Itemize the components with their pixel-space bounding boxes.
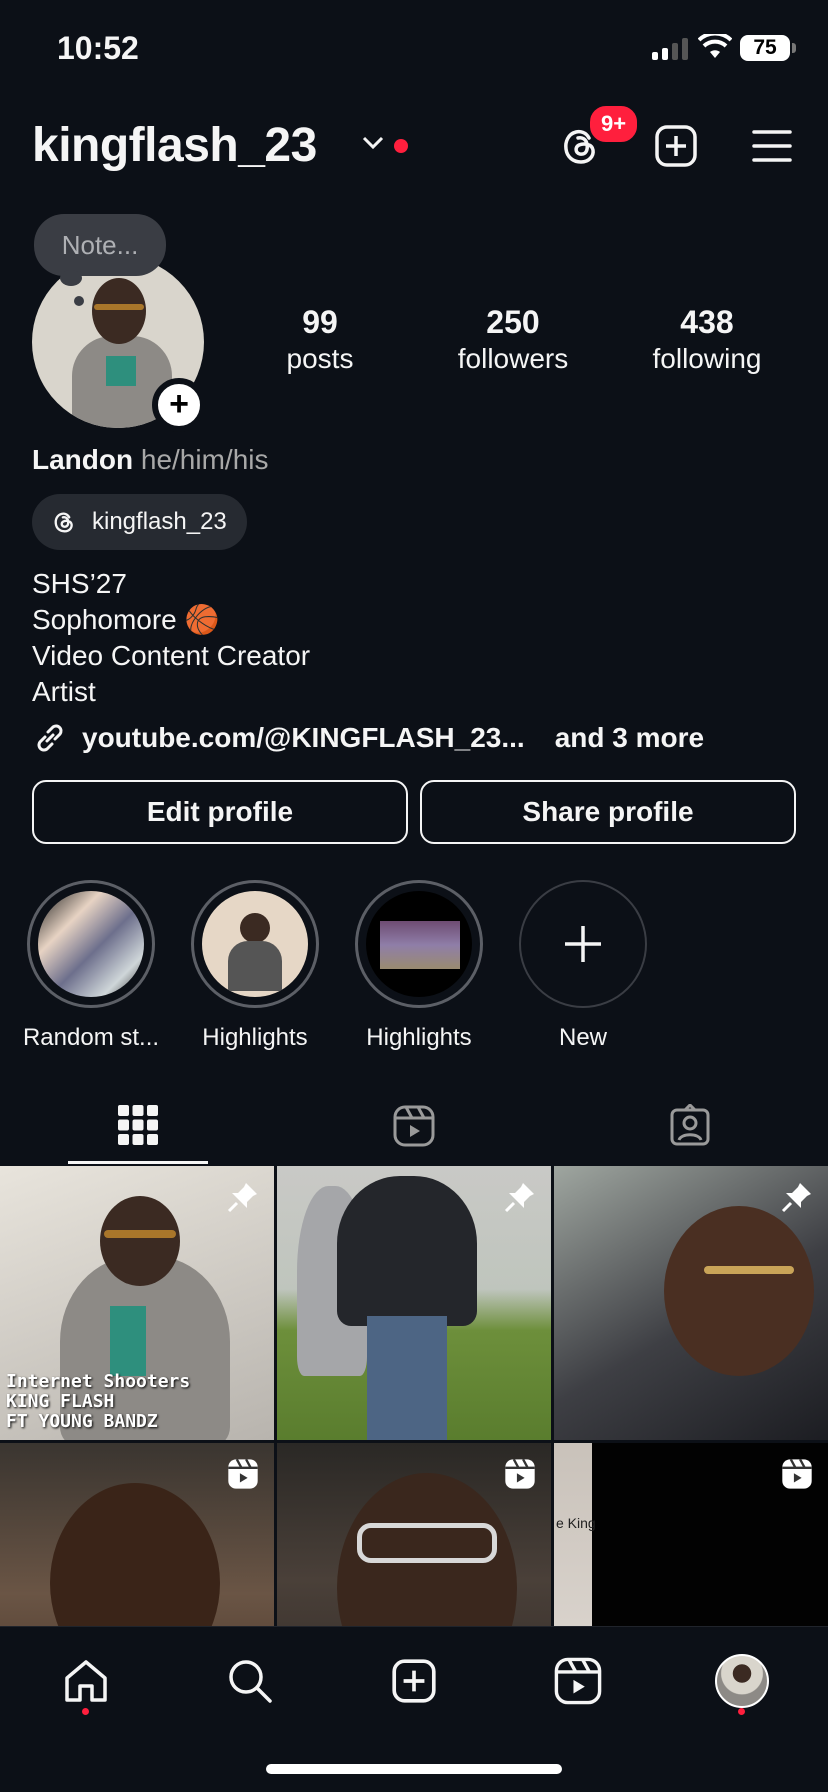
highlight-highlights-1[interactable]: Highlights — [180, 880, 330, 1052]
stat-number: 99 — [302, 304, 338, 340]
bio-line: Artist — [32, 676, 96, 707]
stat-number: 438 — [680, 304, 734, 340]
stat-label: followers — [457, 343, 569, 374]
battery-icon: 75 — [740, 35, 796, 61]
account-switcher[interactable]: kingflash_23 — [32, 118, 317, 173]
highlight-label: Highlights — [202, 1024, 308, 1051]
post-thumbnail[interactable] — [0, 1443, 274, 1626]
stat-posts[interactable]: 99 posts — [230, 304, 410, 375]
tab-posts-grid[interactable] — [68, 1088, 208, 1164]
nav-reels[interactable] — [550, 1653, 606, 1709]
plus-icon — [565, 926, 601, 962]
bio-line: Sophomore 🏀 — [32, 604, 220, 635]
profile-name-line: Landon he/him/his — [32, 444, 269, 476]
home-indicator[interactable] — [266, 1764, 562, 1774]
chevron-down-icon[interactable] — [362, 136, 384, 150]
display-name: Landon — [32, 444, 134, 475]
share-profile-button[interactable]: Share profile — [420, 780, 796, 844]
more-links[interactable]: and 3 more — [555, 722, 704, 754]
reels-icon — [393, 1105, 435, 1147]
create-icon[interactable] — [652, 122, 700, 170]
tagged-icon — [670, 1104, 710, 1146]
nav-home[interactable] — [58, 1653, 114, 1709]
tab-tagged[interactable] — [620, 1088, 760, 1164]
post-thumbnail[interactable] — [277, 1166, 551, 1440]
post-thumbnail[interactable]: e King — [554, 1443, 828, 1626]
nav-create[interactable] — [386, 1653, 442, 1709]
reels-icon — [505, 1458, 535, 1489]
nav-search[interactable] — [222, 1653, 278, 1709]
reels-icon — [554, 1657, 602, 1705]
stat-followers[interactable]: 250 followers — [423, 304, 603, 375]
overlay-line: Internet Shooters — [6, 1371, 191, 1392]
threads-handle: kingflash_23 — [92, 508, 227, 535]
search-icon — [229, 1660, 272, 1703]
note-bubble[interactable]: Note... — [34, 214, 166, 276]
screenshot-strip: e King — [554, 1443, 596, 1626]
profile-tabs — [0, 1088, 828, 1164]
tab-reels[interactable] — [344, 1088, 484, 1164]
nav-profile[interactable] — [714, 1653, 770, 1709]
stat-following[interactable]: 438 following — [617, 304, 797, 375]
cellular-signal-icon — [652, 38, 688, 60]
threads-notification-badge: 9+ — [588, 104, 640, 144]
grid-icon — [118, 1104, 158, 1145]
home-activity-dot — [82, 1708, 89, 1715]
overlay-line: FT YOUNG BANDZ — [6, 1411, 158, 1432]
new-highlight-button[interactable]: New — [508, 880, 658, 1052]
post-caption-overlay: Internet Shooters KING FLASH FT YOUNG BA… — [6, 1372, 190, 1432]
menu-icon[interactable] — [748, 122, 796, 170]
edit-profile-button[interactable]: Edit profile — [32, 780, 408, 844]
post-thumbnail[interactable]: Internet Shooters KING FLASH FT YOUNG BA… — [0, 1166, 274, 1440]
threads-profile-chip[interactable]: kingflash_23 — [32, 494, 247, 550]
add-story-button[interactable]: + — [152, 378, 206, 432]
status-bar: 10:52 75 — [0, 0, 828, 100]
create-icon — [392, 1659, 436, 1703]
highlight-label: Highlights — [366, 1024, 472, 1051]
highlight-random-stuff[interactable]: Random st... — [16, 880, 166, 1052]
profile-avatar-small — [715, 1654, 769, 1708]
bio-links[interactable]: youtube.com/@KINGFLASH_23... and 3 more — [32, 720, 704, 756]
bio-line: SHS’27 — [32, 568, 127, 599]
reels-icon — [228, 1458, 258, 1489]
highlight-label: Random st... — [22, 1024, 160, 1051]
bio-line: Video Content Creator — [32, 640, 311, 671]
pin-icon — [781, 1183, 811, 1213]
threads-icon — [54, 512, 73, 533]
stat-number: 250 — [486, 304, 540, 340]
bio: SHS’27 Sophomore 🏀 Video Content Creator… — [32, 566, 310, 710]
link-icon — [37, 724, 63, 752]
posts-grid: Internet Shooters KING FLASH FT YOUNG BA… — [0, 1166, 828, 1626]
profile-activity-dot — [738, 1708, 745, 1715]
strip-text: e King — [556, 1515, 596, 1531]
post-thumbnail[interactable] — [554, 1166, 828, 1440]
note-bubble-tail-dot — [74, 296, 84, 306]
stat-label: following — [652, 343, 762, 374]
bio-link[interactable]: youtube.com/@KINGFLASH_23... — [82, 722, 525, 754]
clock: 10:52 — [57, 30, 139, 66]
stat-label: posts — [286, 343, 354, 374]
overlay-line: KING FLASH — [6, 1391, 115, 1412]
home-icon — [65, 1660, 107, 1702]
wifi-icon — [698, 34, 732, 58]
highlight-label: New — [558, 1024, 607, 1051]
post-thumbnail[interactable] — [277, 1443, 551, 1626]
note-bubble-tail — [60, 270, 82, 286]
pin-icon — [504, 1183, 534, 1213]
pronouns: he/him/his — [140, 444, 269, 475]
highlight-highlights-2[interactable]: Highlights — [344, 880, 494, 1052]
pin-icon — [227, 1183, 257, 1213]
reels-icon — [782, 1458, 812, 1489]
notification-dot — [394, 139, 408, 153]
